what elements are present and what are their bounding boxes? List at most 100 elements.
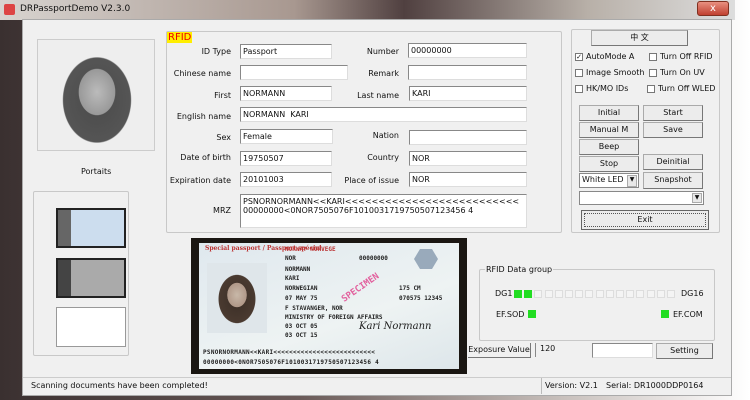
pp-specimen: SPECIMEN	[340, 271, 382, 305]
dg15-indicator	[656, 290, 665, 298]
pp-given: KARI	[285, 275, 300, 282]
ef-com-label: EF.COM	[673, 310, 703, 319]
dg14-indicator	[646, 290, 655, 298]
checkbox-label: Turn Off RFID	[660, 52, 713, 61]
pp-nationality: NORWEGIAN	[285, 285, 318, 292]
checkbox-label: Turn Off WLED	[658, 84, 716, 93]
thumbnail-uv[interactable]	[56, 307, 126, 347]
dg6-indicator	[565, 290, 573, 298]
expiration-field[interactable]: 20101003	[240, 172, 332, 187]
device-combo[interactable]: ▼	[579, 191, 704, 205]
pp-signature: Kari Normann	[359, 321, 432, 332]
save-button[interactable]: Save	[643, 122, 703, 138]
dg4-indicator	[544, 290, 553, 298]
dg10-indicator	[605, 290, 614, 298]
exit-button[interactable]: Exit	[581, 210, 709, 230]
pp-number: 00000000	[359, 255, 388, 262]
dg5-indicator	[554, 290, 563, 298]
checkbox-box[interactable]: ✓	[575, 52, 583, 61]
pp-expiry: 03 OCT 15	[285, 332, 318, 339]
rfid-title: RFID	[167, 32, 193, 43]
remark-field[interactable]	[408, 65, 527, 80]
exposure-value-label: Exposure Value	[468, 343, 531, 358]
setting-input[interactable]	[592, 343, 653, 358]
chinese-name-label: Chinese name	[173, 69, 231, 78]
first-field[interactable]: NORMANN	[240, 86, 332, 101]
serial-text: Serial: DR1000DDP0164	[606, 381, 704, 390]
led-select-value: White LED	[582, 175, 624, 184]
thumbnail-visible[interactable]	[56, 208, 126, 248]
checkbox-automode-a[interactable]: ✓ AutoMode A	[575, 52, 634, 61]
dg16-label: DG16	[681, 289, 704, 298]
dg12-indicator	[626, 290, 635, 298]
dg9-indicator	[595, 290, 604, 298]
checkbox-turn-on-uv[interactable]: Turn On UV	[649, 68, 705, 77]
chinese-name-field[interactable]	[240, 65, 348, 80]
initial-button[interactable]: Initial	[579, 105, 639, 121]
sex-label: Sex	[216, 133, 231, 142]
checkbox-label: AutoMode A	[586, 52, 635, 61]
stop-button[interactable]: Stop	[579, 156, 639, 172]
checkbox-label: HK/MO IDs	[586, 84, 629, 93]
manual-button[interactable]: Manual M	[579, 122, 639, 138]
snapshot-button[interactable]: Snapshot	[643, 172, 703, 189]
title-bar: DRPassportDemo V2.3.0 x	[0, 0, 735, 20]
start-button[interactable]: Start	[643, 105, 703, 121]
beep-button[interactable]: Beep	[579, 139, 639, 155]
checkbox-box[interactable]	[649, 52, 657, 61]
dg3-indicator	[534, 290, 543, 298]
checkbox-box[interactable]	[647, 84, 655, 93]
rfid-data-group	[479, 269, 715, 341]
place-of-issue-field[interactable]: NOR	[409, 172, 527, 187]
checkbox-turn-off-wled[interactable]: Turn Off WLED	[647, 84, 715, 93]
version-text: Version: V2.1	[541, 378, 598, 394]
checkbox-turn-off-rfid[interactable]: Turn Off RFID	[649, 52, 713, 61]
dg11-indicator	[616, 290, 624, 298]
ef-sod-label: EF.SOD	[496, 310, 525, 319]
language-button[interactable]: 中 文	[591, 30, 688, 46]
checkbox-image-smooth[interactable]: Image Smooth	[575, 68, 644, 77]
checkbox-box[interactable]	[649, 68, 657, 77]
first-label: First	[214, 91, 231, 100]
ef-sod-indicator	[528, 310, 536, 318]
main-window: Portaits RFID ID Type Passport Number 00…	[22, 19, 732, 396]
pp-height: 175 CM	[399, 285, 421, 292]
dg2-indicator	[524, 290, 533, 298]
status-bar: Scanning documents have been completed! …	[23, 377, 731, 394]
number-field[interactable]: 00000000	[408, 43, 527, 58]
expiration-label: Expiration date	[169, 176, 231, 185]
checkbox-hk-mo-ids[interactable]: HK/MO IDs	[575, 84, 628, 93]
pp-pnum: 070575 12345	[399, 295, 443, 302]
checkbox-box[interactable]	[575, 68, 583, 77]
mrz-label: MRZ	[213, 206, 231, 215]
chevron-down-icon: ▼	[692, 193, 702, 203]
country-field[interactable]: NOR	[409, 151, 527, 166]
exposure-value: 120	[535, 343, 555, 357]
app-icon	[4, 4, 15, 15]
deinitial-button[interactable]: Deinitial	[643, 154, 703, 170]
pp-dob: 07 MAY 75	[285, 295, 318, 302]
pp-sex-place: F STAVANGER, NOR	[285, 305, 343, 312]
dob-field[interactable]: 19750507	[240, 151, 332, 166]
english-name-label: English name	[176, 112, 231, 121]
id-type-field[interactable]: Passport	[240, 44, 332, 59]
dg1-label: DG1	[495, 289, 513, 298]
pp-code: NOR	[285, 255, 296, 262]
close-button[interactable]: x	[697, 1, 729, 16]
id-type-label: ID Type	[201, 47, 231, 56]
led-select[interactable]: White LED ▼	[579, 173, 639, 188]
mrz-field[interactable]: PSNORNORMANN<<KARI<<<<<<<<<<<<<<<<<<<<<<…	[240, 194, 527, 228]
dg8-indicator	[585, 290, 594, 298]
pp-surname: NORMANN	[285, 266, 311, 273]
dg16-indicator	[667, 290, 675, 298]
setting-button[interactable]: Setting	[656, 343, 713, 359]
thumbnail-ir[interactable]	[56, 258, 126, 298]
checkbox-box[interactable]	[575, 84, 583, 93]
checkbox-label: Image Smooth	[586, 68, 645, 77]
last-name-field[interactable]: KARI	[409, 86, 527, 101]
english-name-field[interactable]: NORMANN KARI	[240, 107, 527, 122]
chevron-down-icon: ▼	[627, 175, 637, 187]
nation-field[interactable]	[409, 130, 527, 145]
sex-field[interactable]: Female	[240, 129, 333, 144]
dg13-indicator	[636, 290, 645, 298]
